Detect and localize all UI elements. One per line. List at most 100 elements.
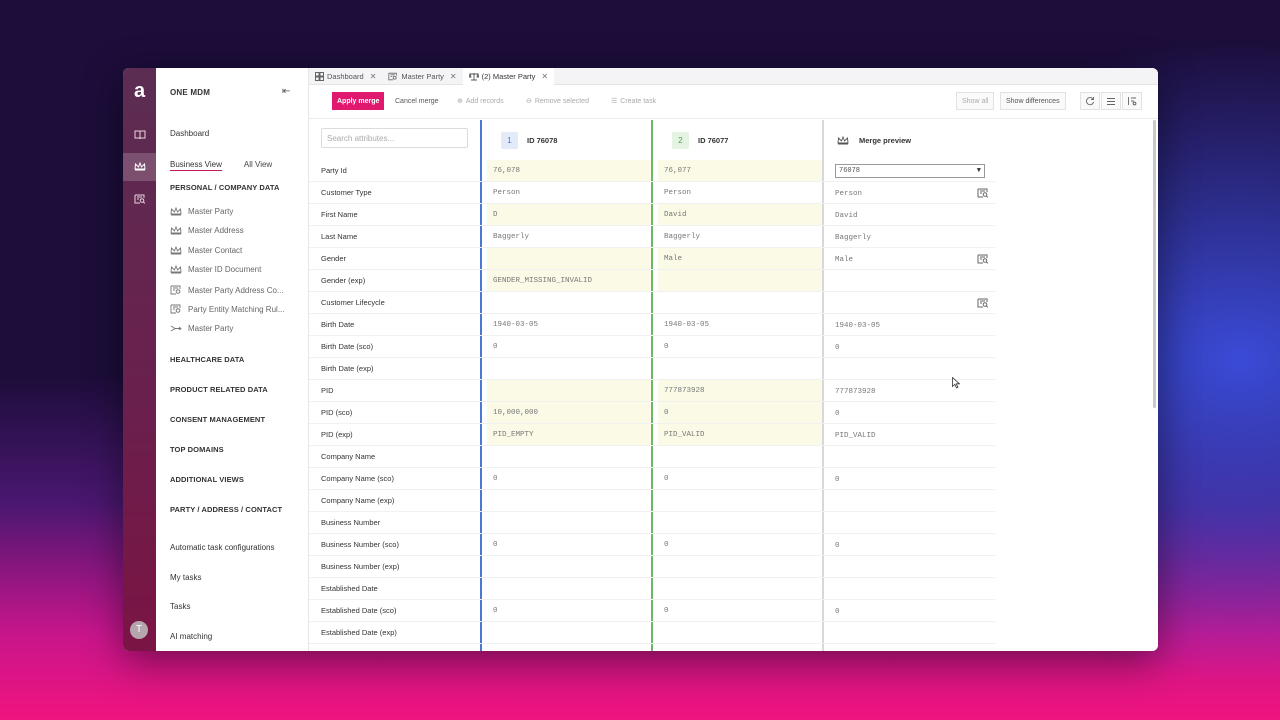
- record-1-value[interactable]: Person: [487, 182, 651, 204]
- nav-tasks[interactable]: Tasks: [170, 602, 190, 611]
- record-1-value[interactable]: 0: [487, 600, 651, 622]
- tab-master-party[interactable]: Master Party ✕: [382, 68, 462, 85]
- record-1-value[interactable]: 10,000,000: [487, 402, 651, 424]
- show-all-button[interactable]: Show all: [956, 92, 995, 110]
- record-2-value[interactable]: [658, 270, 822, 292]
- record-1-value[interactable]: PID_EMPTY: [487, 424, 651, 446]
- nav-ai-matching[interactable]: AI matching: [170, 632, 212, 641]
- record-2-value[interactable]: David: [658, 204, 822, 226]
- tab-merge-master-party[interactable]: (2) Master Party ✕: [462, 68, 555, 85]
- record-1-value[interactable]: [487, 446, 651, 468]
- record-2-value[interactable]: [658, 358, 822, 380]
- cancel-merge-button[interactable]: Cancel merge: [390, 92, 444, 110]
- nav-item-master-contact[interactable]: Master Contact: [170, 246, 242, 255]
- search-list-icon[interactable]: [977, 187, 989, 199]
- tab-business-view[interactable]: Business View: [170, 160, 222, 171]
- record-2-value[interactable]: [658, 556, 822, 578]
- record-1-value[interactable]: [487, 622, 651, 644]
- nav-item-master-id-document[interactable]: Master ID Document: [170, 265, 261, 274]
- attribute-label: Birth Date (exp): [321, 364, 374, 373]
- section-consent-management[interactable]: CONSENT MANAGEMENT: [170, 415, 265, 424]
- mouse-cursor-icon: [952, 376, 961, 394]
- apply-merge-button[interactable]: Apply merge: [332, 92, 385, 110]
- record-1-value[interactable]: [487, 248, 651, 270]
- merge-preview-value: Baggerly: [835, 234, 872, 242]
- search-attributes-input[interactable]: [321, 128, 468, 148]
- record-2-value[interactable]: Person: [658, 182, 822, 204]
- list-view-icon[interactable]: [1101, 92, 1121, 110]
- search-list-icon[interactable]: [977, 297, 989, 309]
- record-2-value[interactable]: [658, 490, 822, 512]
- record-1-header[interactable]: 1 ID 76078: [491, 120, 651, 160]
- show-differences-button[interactable]: Show differences: [1000, 92, 1066, 110]
- nav-item-master-party-address[interactable]: Master Party Address Co...: [170, 285, 284, 295]
- record-2-value[interactable]: 76,077: [658, 160, 822, 182]
- nav-dashboard[interactable]: Dashboard: [170, 129, 209, 138]
- record-1-value[interactable]: Baggerly: [487, 226, 651, 248]
- close-icon[interactable]: ✕: [541, 72, 548, 81]
- tab-dashboard[interactable]: Dashboard ✕: [309, 68, 382, 85]
- record-2-value[interactable]: Baggerly: [658, 226, 822, 248]
- record-2-value[interactable]: [658, 512, 822, 534]
- record-1-value[interactable]: 0: [487, 534, 651, 556]
- record-1-value[interactable]: [487, 556, 651, 578]
- collapse-sidebar-icon[interactable]: ⇤: [282, 86, 290, 97]
- remove-selected-button[interactable]: ⊖ Remove selected: [521, 92, 594, 110]
- crown-icon[interactable]: [123, 153, 156, 181]
- record-2-value[interactable]: PID_VALID: [658, 424, 822, 446]
- record-2-value[interactable]: [658, 446, 822, 468]
- record-2-value[interactable]: [658, 622, 822, 644]
- section-party-address-contact[interactable]: PARTY / ADDRESS / CONTACT: [170, 505, 282, 514]
- nav-item-master-address[interactable]: Master Address: [170, 226, 244, 235]
- book-icon[interactable]: [123, 121, 156, 149]
- record-2-value[interactable]: 0: [658, 468, 822, 490]
- record-2-value[interactable]: 0: [658, 600, 822, 622]
- record-1-value[interactable]: [487, 490, 651, 512]
- user-avatar[interactable]: T: [130, 621, 148, 639]
- record-1-value[interactable]: [487, 358, 651, 380]
- record-2-value[interactable]: Male: [658, 248, 822, 270]
- nav-automatic-task-configurations[interactable]: Automatic task configurations: [170, 543, 275, 552]
- nav-item-master-party[interactable]: Master Party: [170, 207, 233, 216]
- section-top-domains[interactable]: TOP DOMAINS: [170, 445, 224, 454]
- record-1-value[interactable]: 0: [487, 336, 651, 358]
- create-task-button[interactable]: ☰ Create task: [606, 92, 661, 110]
- scrollbar[interactable]: [1153, 120, 1156, 408]
- record-1-value[interactable]: 1940-03-05: [487, 314, 651, 336]
- record-1-value[interactable]: [487, 292, 651, 314]
- record-2-value[interactable]: 0: [658, 402, 822, 424]
- close-icon[interactable]: ✕: [450, 72, 457, 81]
- app-logo[interactable]: a: [129, 81, 150, 102]
- add-records-button[interactable]: ⊕ Add records: [452, 92, 509, 110]
- merge-preview-value: [829, 557, 969, 579]
- record-1-value[interactable]: [487, 578, 651, 600]
- section-healthcare-data[interactable]: HEALTHCARE DATA: [170, 355, 244, 364]
- tab-all-view[interactable]: All View: [244, 160, 272, 171]
- section-additional-views[interactable]: ADDITIONAL VIEWS: [170, 475, 244, 484]
- close-icon[interactable]: ✕: [370, 72, 377, 81]
- tab-label: Dashboard: [327, 72, 364, 81]
- section-personal-company-data[interactable]: PERSONAL / COMPANY DATA: [170, 183, 280, 192]
- record-2-value[interactable]: 0: [658, 336, 822, 358]
- record-2-value[interactable]: [658, 292, 822, 314]
- record-1-value[interactable]: 76,078: [487, 160, 651, 182]
- refresh-icon[interactable]: [1080, 92, 1100, 110]
- record-1-value[interactable]: GENDER_MISSING_INVALID: [487, 270, 651, 292]
- record-2-value[interactable]: 777873928: [658, 380, 822, 402]
- nav-item-party-entity-matching[interactable]: Party Entity Matching Rul...: [170, 304, 284, 314]
- record-2-value[interactable]: 0: [658, 534, 822, 556]
- record-1-value[interactable]: [487, 380, 651, 402]
- column-settings-icon[interactable]: [1122, 92, 1142, 110]
- record-2-value[interactable]: [658, 578, 822, 600]
- nav-item-master-party-merge[interactable]: Master Party: [170, 324, 233, 333]
- record-1-value[interactable]: [487, 512, 651, 534]
- search-list-icon[interactable]: [977, 253, 989, 265]
- record-2-header[interactable]: 2 ID 76077: [662, 120, 822, 160]
- record-1-value[interactable]: D: [487, 204, 651, 226]
- record-1-value[interactable]: 0: [487, 468, 651, 490]
- record-2-value[interactable]: 1940-03-05: [658, 314, 822, 336]
- nav-my-tasks[interactable]: My tasks: [170, 573, 202, 582]
- search-list-icon[interactable]: [123, 185, 156, 213]
- merge-preview-value: Person: [835, 190, 863, 198]
- section-product-related-data[interactable]: PRODUCT RELATED DATA: [170, 385, 268, 394]
